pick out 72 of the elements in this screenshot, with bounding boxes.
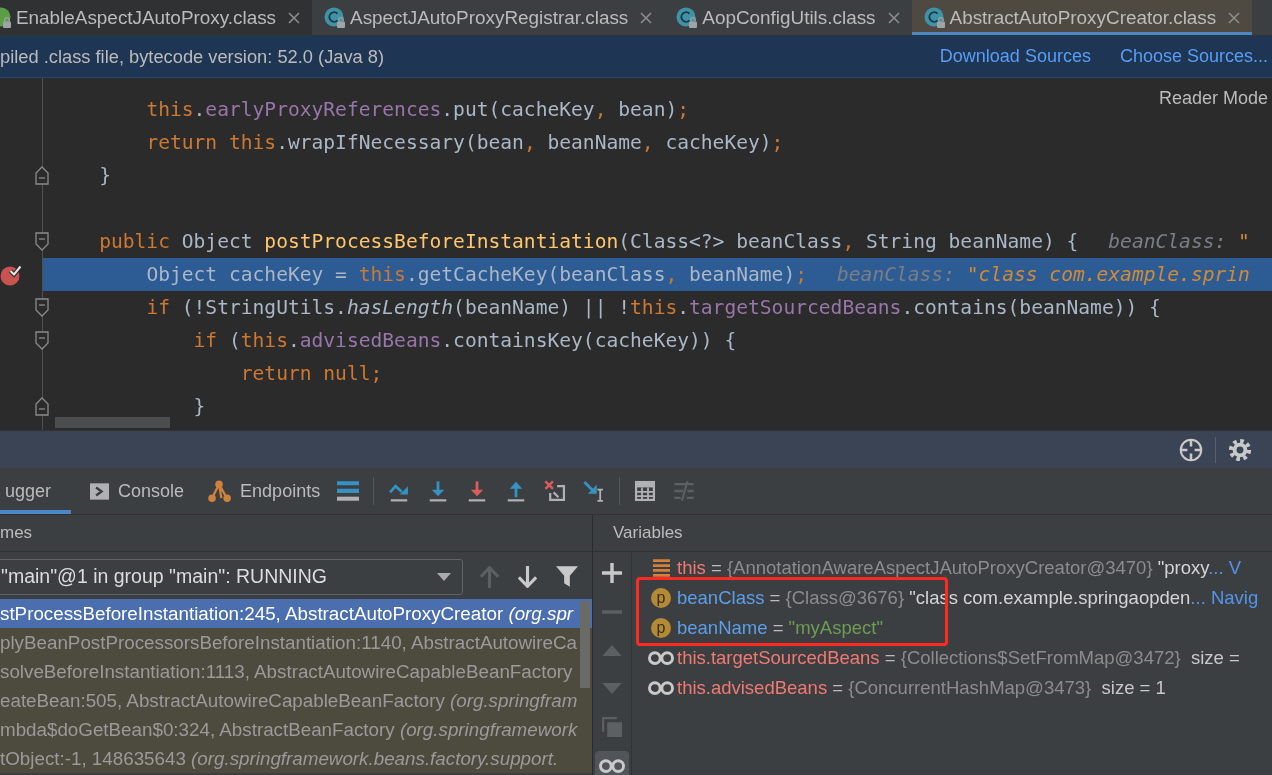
close-icon[interactable]: [1228, 11, 1241, 24]
caret-icon[interactable]: [437, 572, 451, 581]
code-line: this.earlyProxyReferences.put(cacheKey, bean);: [146, 96, 690, 123]
tool-tab[interactable]: ugger: [0, 468, 72, 514]
fold-icon[interactable]: [35, 397, 49, 416]
stack-frame[interactable]: solveBeforeInstantiation:1113, AbstractAutowireCapableBeanFactory: [0, 657, 592, 686]
banner-message: piled .class file, bytecode version: 52.0 (Java 8): [0, 45, 385, 68]
banner-link[interactable]: Choose Sources...: [1119, 46, 1268, 67]
code-line: }: [99, 162, 111, 189]
panel-title: mes: [0, 523, 33, 543]
glasses-icon: [648, 651, 674, 665]
code-line: Object cacheKey = this.getCacheKey(beanClass, beanName);: [146, 261, 807, 288]
banner-link[interactable]: Download Sources: [939, 46, 1091, 67]
inline-value-hint: beanClass: ": [1108, 228, 1250, 255]
value-link[interactable]: Navig: [1210, 587, 1259, 608]
parameter-badge: p: [651, 618, 671, 638]
editor-tab[interactable]: AbstractAutoProxyCreator.class: [911, 0, 1253, 35]
close-icon[interactable]: [640, 11, 653, 24]
horizontal-scrollbar[interactable]: [55, 417, 170, 428]
arrow-cursor-icon[interactable]: [583, 480, 606, 502]
glasses-icon: [648, 681, 674, 695]
calculator-icon[interactable]: [634, 480, 657, 502]
file-type-icon: [923, 6, 946, 29]
code-line: return null;: [240, 360, 383, 387]
code-line: public Object postProcessBeforeInstantiation(Class<?> beanClass, String beanName) {: [99, 228, 1079, 255]
fold-icon[interactable]: [35, 298, 49, 317]
stack-frame[interactable]: eateBean:505, AbstractAutowireCapableBeanFactory (org.springfram: [0, 686, 592, 715]
settings-icon[interactable]: [1228, 437, 1252, 462]
stack-icon: [652, 559, 670, 577]
stack-frame[interactable]: stProcessBeforeInstantiation:245, AbstractAutoProxyCreator (org.spr: [0, 599, 592, 628]
reader-mode-toggle[interactable]: Reader Mode: [1158, 88, 1268, 109]
code-line: if (!StringUtils.hasLength(beanName) || !this.targetSourcedBeans.contains(beanName)) {: [146, 294, 1161, 321]
fold-icon[interactable]: [35, 331, 49, 350]
file-type-icon: [676, 6, 699, 29]
filter-icon[interactable]: [556, 566, 578, 587]
vertical-scrollbar[interactable]: [580, 601, 590, 688]
fold-icon[interactable]: [35, 166, 49, 185]
fold-icon[interactable]: [35, 232, 49, 251]
tool-tab[interactable]: Console: [71, 468, 197, 514]
thread-dropdown[interactable]: "main"@1 in group "main": RUNNING: [0, 558, 463, 595]
stack-frame[interactable]: tObject:-1, 148635643 (org.springframework.beans.factory.support.: [0, 744, 592, 773]
variable-entry: this.advisedBeans = {ConcurrentHashMap@3473} size = 1: [677, 677, 1166, 699]
editor-tab[interactable]: AspectJAutoProxyRegistrar.class: [312, 0, 665, 35]
code-line: return this.wrapIfNecessary(bean, beanName, cacheKey);: [146, 129, 784, 156]
variable-entry: this.targetSourcedBeans = {Collections$SetFromMap@3472} size =: [677, 647, 1240, 669]
file-type-icon: [324, 6, 347, 29]
arrow-down-icon[interactable]: [518, 565, 537, 588]
glasses-icon[interactable]: [599, 758, 625, 773]
editor-tab[interactable]: EnableAspectJAutoProxy.class: [0, 0, 313, 35]
crosshair-icon[interactable]: [1179, 437, 1203, 462]
parameter-badge: p: [651, 588, 671, 608]
breakpoint-icon[interactable]: [0, 263, 22, 286]
cross-frame-icon[interactable]: [544, 480, 567, 502]
tool-tab[interactable]: Endpoints: [196, 468, 338, 514]
editor-tab[interactable]: AopConfigUtils.class: [664, 0, 912, 35]
inline-value-hint: beanClass: "class com.example.sprin: [837, 261, 1250, 288]
value-link[interactable]: V: [1228, 557, 1242, 578]
panel-title: Variables: [613, 523, 683, 543]
stack-frame[interactable]: mbda$doGetBean$0:324, AbstractBeanFactory (org.springframework: [0, 715, 592, 744]
stack-frame[interactable]: plyBeanPostProcessorsBeforeInstantiation:1140, AbstractAutowireCa: [0, 628, 592, 657]
close-icon[interactable]: [288, 11, 301, 24]
code-line: if (this.advisedBeans.containsKey(cacheKey)) {: [193, 327, 737, 354]
lines-icon[interactable]: [337, 480, 360, 502]
close-icon[interactable]: [887, 11, 900, 24]
variable-entry: this = {AnnotationAwareAspectJAutoProxyCreator@3470} "proxy... V: [677, 557, 1242, 579]
variable-entry: beanName = "myAspect": [677, 617, 883, 639]
plus-icon[interactable]: [602, 563, 622, 583]
toggle-button[interactable]: [595, 750, 629, 775]
nodes-icon: [208, 480, 232, 502]
code-line: }: [193, 393, 206, 420]
terminal-icon: [90, 482, 110, 500]
file-type-icon: [0, 6, 12, 29]
